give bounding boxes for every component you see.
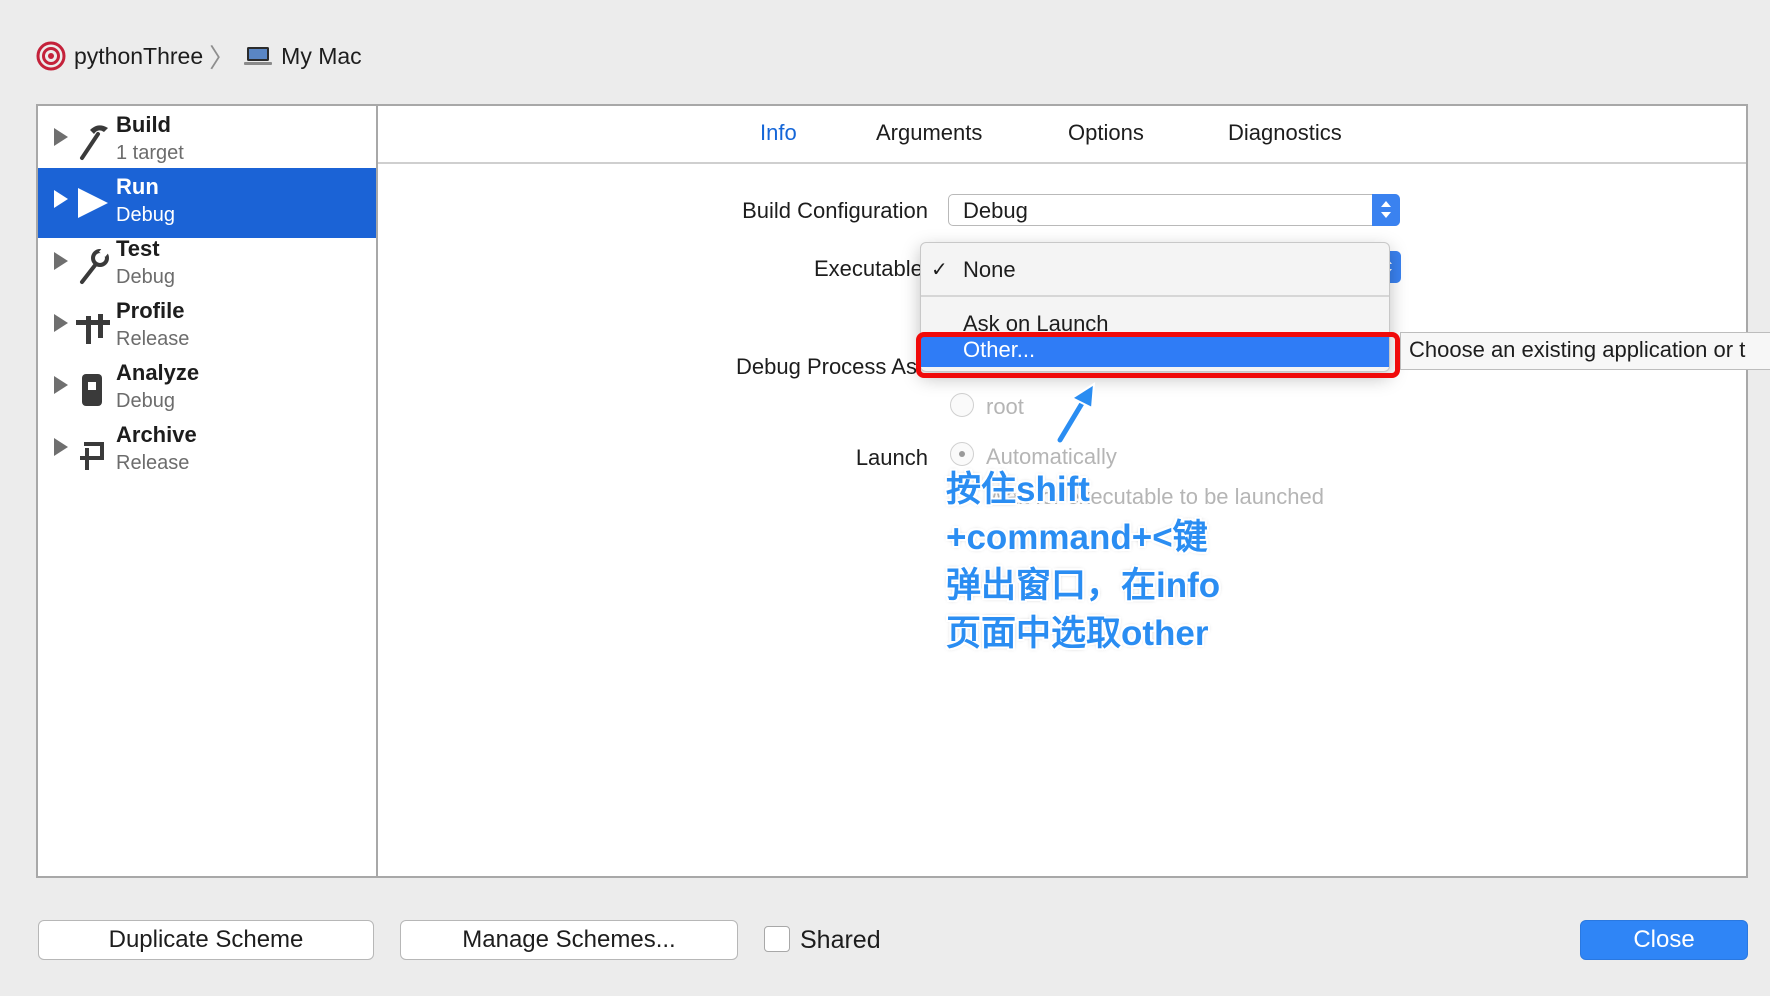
sidebar-item-subtitle: Debug (116, 204, 175, 226)
scheme-actions-sidebar: Build 1 target Run Debug Test Debug Prof… (38, 106, 378, 876)
tab-diagnostics[interactable]: Diagnostics (1228, 120, 1342, 146)
menu-item-label: None (963, 257, 1016, 282)
build-configuration-value: Debug (963, 198, 1028, 223)
tooltip: Choose an existing application or t (1400, 332, 1770, 370)
sidebar-item-analyze[interactable]: Analyze Debug (38, 354, 376, 424)
root-label: root (986, 394, 1024, 419)
tab-arguments[interactable]: Arguments (876, 120, 982, 146)
sidebar-item-subtitle: Release (116, 452, 190, 474)
scheme-name[interactable]: pythonThree (74, 43, 203, 70)
sidebar-item-subtitle: 1 target (116, 142, 184, 164)
disclosure-triangle-icon[interactable] (54, 252, 68, 270)
popup-arrows-icon (1372, 194, 1400, 226)
build-configuration-label: Build Configuration (742, 198, 928, 223)
close-button[interactable]: Close (1580, 920, 1748, 960)
annotation-arrow-icon (1055, 382, 1096, 444)
sidebar-item-title: Run (116, 174, 159, 199)
annotation-line: +command+<键 (946, 518, 1208, 557)
red-highlight-box (916, 332, 1400, 378)
sidebar-item-profile[interactable]: Profile Release (38, 292, 376, 362)
annotation-line: 页面中选取other (946, 614, 1209, 653)
play-icon (78, 188, 108, 218)
instruments-icon (76, 314, 110, 344)
annotation-text: 按住shift +command+<键 弹出窗口，在info 页面中选取othe… (946, 466, 1286, 658)
disclosure-triangle-icon[interactable] (54, 314, 68, 332)
archive-clamp-icon (80, 442, 104, 470)
wrench-icon (80, 246, 110, 284)
duplicate-scheme-button[interactable]: Duplicate Scheme (38, 920, 374, 960)
annotation-line: 按住shift (946, 470, 1090, 509)
annotation-line: 弹出窗口，在info (946, 566, 1221, 605)
breadcrumb[interactable]: pythonThree 〉 My Mac (36, 38, 362, 74)
sidebar-item-test[interactable]: Test Debug (38, 230, 376, 300)
sidebar-item-subtitle: Release (116, 328, 190, 350)
manage-schemes-button[interactable]: Manage Schemes... (400, 920, 738, 960)
sidebar-item-subtitle: Debug (116, 390, 175, 412)
checkmark-icon: ✓ (931, 259, 948, 281)
sidebar-item-title: Test (116, 236, 160, 261)
disclosure-triangle-icon[interactable] (54, 128, 68, 146)
laptop-icon (244, 47, 273, 65)
menu-item-none[interactable]: ✓ None (921, 257, 1389, 287)
shared-label: Shared (800, 926, 881, 954)
sidebar-item-run[interactable]: Run Debug (38, 168, 376, 238)
tab-info[interactable]: Info (760, 120, 797, 146)
scheme-target-icon (36, 41, 66, 71)
sidebar-item-title: Build (116, 112, 171, 137)
debug-process-as-label: Debug Process As (736, 354, 917, 379)
tab-options[interactable]: Options (1068, 120, 1144, 146)
disclosure-triangle-icon[interactable] (54, 190, 68, 208)
sidebar-item-title: Archive (116, 422, 197, 447)
root-radio[interactable] (950, 393, 974, 417)
sidebar-item-title: Analyze (116, 360, 200, 385)
destination-name[interactable]: My Mac (281, 43, 362, 70)
launch-label: Launch (855, 445, 928, 470)
tab-bar: Info Arguments Options Diagnostics (378, 106, 1746, 164)
disclosure-triangle-icon[interactable] (54, 438, 68, 456)
hammer-icon (80, 125, 108, 160)
menu-separator (921, 295, 1389, 297)
build-configuration-popup[interactable]: Debug (948, 194, 1400, 226)
executable-label: Executable (814, 256, 922, 281)
sidebar-item-title: Profile (116, 298, 185, 323)
shared-checkbox[interactable] (764, 926, 790, 952)
sidebar-item-archive[interactable]: Archive Release (38, 416, 376, 486)
disclosure-triangle-icon[interactable] (54, 376, 68, 394)
sidebar-item-build[interactable]: Build 1 target (38, 106, 376, 176)
chevron-right-icon: 〉 (209, 42, 236, 73)
analyze-icon (82, 374, 102, 406)
launch-automatically-radio[interactable] (950, 442, 974, 466)
sidebar-item-subtitle: Debug (116, 266, 175, 288)
